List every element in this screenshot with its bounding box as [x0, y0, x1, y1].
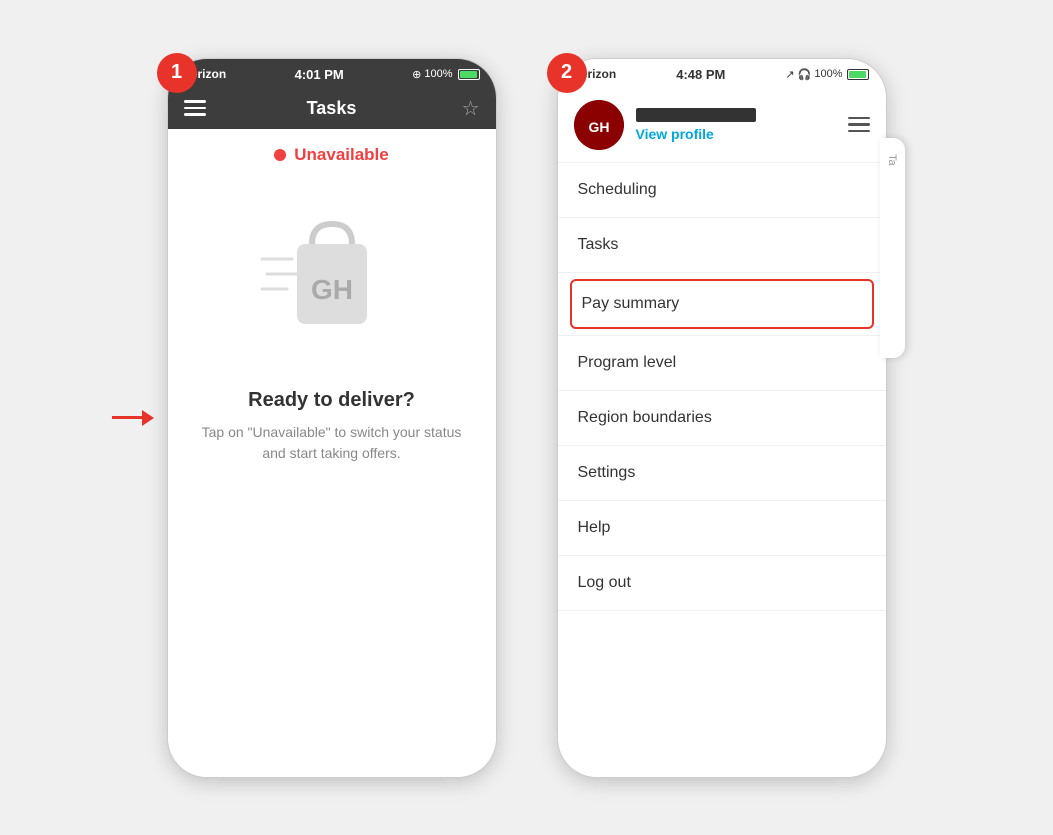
phone2: Verizon 4:48 PM ↗ 🎧 100%	[557, 58, 887, 778]
battery-bar2	[847, 69, 869, 80]
menu-list: Scheduling Tasks Pay summary Program lev…	[558, 163, 886, 777]
phone1-content: Unavailable GH	[168, 129, 496, 777]
phone-behind-glimpse: Ta	[880, 138, 905, 358]
phone1-nav-bar: Tasks ☆	[168, 88, 496, 129]
status-dot	[274, 149, 286, 161]
menu-item-program-level[interactable]: Program level	[558, 336, 886, 391]
phone2-header: GH View profile	[558, 88, 886, 163]
svg-text:GH: GH	[588, 119, 609, 135]
gh-bag-illustration: GH	[257, 199, 407, 359]
avatar-info: View profile	[636, 108, 756, 142]
gh-logo-area: GH	[242, 189, 422, 369]
view-profile-link[interactable]: View profile	[636, 126, 756, 142]
phone1-time: 4:01 PM	[295, 67, 344, 82]
location-icon: ⊕	[412, 68, 421, 81]
phone2-status-bar: Verizon 4:48 PM ↗ 🎧 100%	[558, 59, 886, 88]
menu-item-tasks[interactable]: Tasks	[558, 218, 886, 273]
hamburger-button[interactable]	[184, 100, 206, 116]
phone1: Verizon 4:01 PM ⊕ 100% Tasks ☆	[167, 58, 497, 778]
headphone-icon: 🎧	[798, 68, 812, 81]
step1-badge: 1	[157, 53, 197, 93]
unavailable-label: Unavailable	[294, 145, 389, 165]
step2-badge: 2	[547, 53, 587, 93]
arrow-indicator	[112, 410, 154, 426]
nav-title: Tasks	[307, 98, 357, 119]
avatar-name-redacted	[636, 108, 756, 122]
phone1-battery: ⊕ 100%	[412, 68, 479, 81]
unavailable-status[interactable]: Unavailable	[274, 145, 389, 165]
phone2-battery-text: 100%	[814, 68, 842, 80]
svg-text:GH: GH	[311, 274, 353, 305]
avatar-container: GH View profile	[574, 100, 756, 150]
battery-text: 100%	[424, 68, 452, 80]
menu-item-pay-summary[interactable]: Pay summary	[570, 279, 874, 329]
battery-bar	[458, 69, 480, 80]
menu-item-settings[interactable]: Settings	[558, 446, 886, 501]
behind-label: Ta	[886, 154, 898, 166]
star-icon[interactable]: ☆	[462, 96, 480, 121]
ready-subtitle: Tap on "Unavailable" to switch your stat…	[168, 422, 496, 464]
menu-item-help[interactable]: Help	[558, 501, 886, 556]
menu-item-pay-summary-wrapper[interactable]: Pay summary	[558, 273, 886, 336]
phone2-battery-area: ↗ 🎧 100%	[785, 68, 869, 81]
arrow-icon: ↗	[785, 68, 794, 81]
menu-item-region-boundaries[interactable]: Region boundaries	[558, 391, 886, 446]
menu-item-scheduling[interactable]: Scheduling	[558, 163, 886, 218]
phone1-status-bar: Verizon 4:01 PM ⊕ 100%	[168, 59, 496, 88]
avatar: GH	[574, 100, 624, 150]
ready-title: Ready to deliver?	[248, 389, 415, 412]
phone2-time: 4:48 PM	[676, 67, 725, 82]
phone2-hamburger[interactable]	[848, 117, 870, 133]
menu-item-logout[interactable]: Log out	[558, 556, 886, 611]
